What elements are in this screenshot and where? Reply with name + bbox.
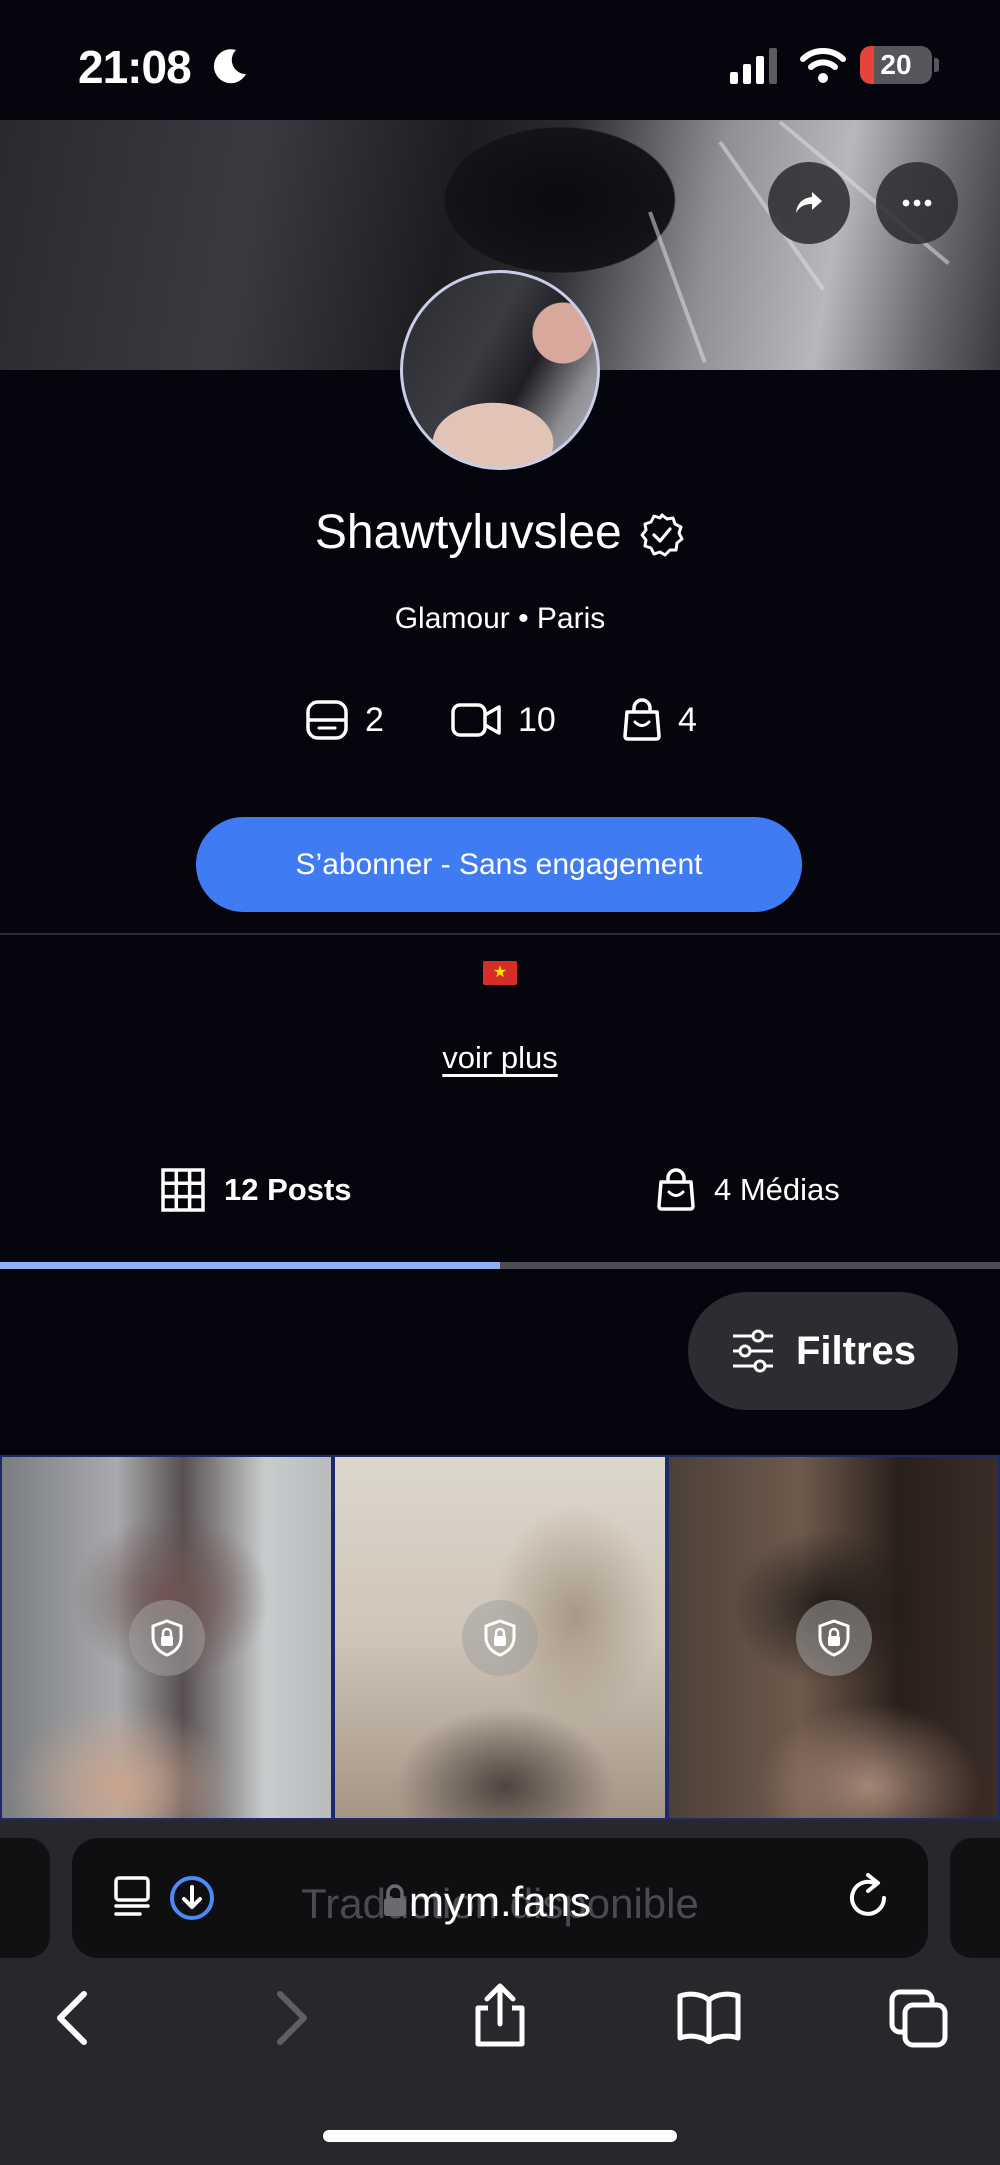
more-icon [902,199,932,207]
lock-icon [795,1599,872,1676]
tab-media-label: 4 Médias [714,1172,840,1207]
filters-label: Filtres [795,1328,917,1373]
bag-icon [657,1168,695,1211]
bookmarks-icon[interactable] [676,1990,742,2044]
post-thumbnail[interactable] [333,1455,667,1820]
reader-icon[interactable] [112,1874,156,1920]
tab-posts-label: 12 Posts [224,1172,352,1207]
tab-posts[interactable]: 12 Posts [160,1160,352,1220]
filters-button[interactable]: Filtres [688,1292,958,1410]
profile-subtitle: Glamour • Paris [394,602,606,635]
stat-videos: 10 [450,695,556,745]
reload-icon[interactable] [846,1872,892,1920]
posts-grid [0,1455,1000,1820]
previous-tab-preview[interactable] [0,1838,50,1958]
battery-tip [934,58,939,72]
share-icon[interactable] [470,1980,530,2050]
tab-indicator-track [0,1262,1000,1269]
lock-icon [128,1599,205,1676]
see-more-link[interactable]: voir plus [0,1040,1000,1076]
lock-icon [462,1599,538,1676]
forward-icon[interactable] [272,1988,312,2048]
share-button[interactable] [768,162,850,244]
tab-indicator-active [0,1262,500,1269]
stat-videos-value: 10 [518,700,556,739]
home-indicator [323,2130,677,2142]
subscribe-button[interactable]: S’abonner - Sans engagement [196,817,802,912]
next-tab-preview[interactable] [950,1838,1000,1958]
back-icon[interactable] [52,1988,92,2048]
moon-icon [213,49,246,84]
photo-icon [306,700,348,740]
status-bar: 21:08 20 [0,0,1000,120]
post-thumbnail[interactable] [0,1455,333,1820]
vietnam-flag-icon: ★ [483,961,517,985]
cellular-signal-icon [730,48,777,84]
tabs-icon[interactable] [888,1988,950,2050]
address-bar[interactable]: Traduction disponible mym.fans [72,1838,928,1958]
stat-photos-value: 2 [365,700,384,739]
sliders-icon [732,1329,773,1373]
status-time: 21:08 [78,41,192,93]
bag-icon [623,698,661,741]
wifi-icon [800,48,846,83]
battery-percent: 20 [880,49,912,80]
share-icon [796,192,822,213]
avatar[interactable] [400,270,600,470]
stat-bags-value: 4 [678,700,697,739]
verified-badge-icon [640,513,684,557]
profile-page: 21:08 20 Shawtyluvslee Glamour • Paris 2… [0,0,1000,2165]
divider [0,933,1000,935]
tab-media[interactable]: 4 Médias [656,1160,840,1220]
grid-icon [161,1168,205,1212]
battery-icon: 20 [860,46,932,84]
download-icon[interactable] [168,1874,216,1922]
more-button[interactable] [876,162,958,244]
video-icon [451,703,501,737]
profile-username: Shawtyluvslee [314,506,622,559]
post-thumbnail[interactable] [667,1455,1000,1820]
stat-photos: 2 [305,695,384,745]
stat-bags: 4 [622,695,697,745]
profile-stats: 2 10 4 [0,695,1000,745]
profile-name-row: Shawtyluvslee [0,505,1000,560]
